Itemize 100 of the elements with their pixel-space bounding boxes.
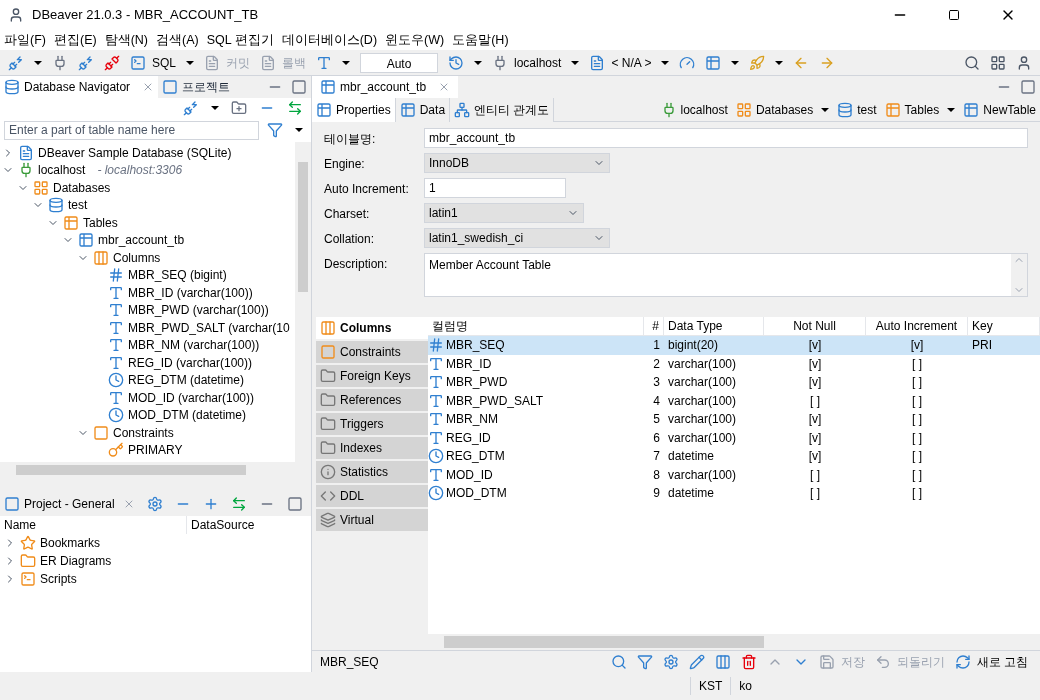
menu-item[interactable]: 검색(A) (156, 30, 199, 50)
select-field[interactable]: latin1 (424, 203, 584, 223)
table-cell-text: MBR_NM (446, 411, 498, 429)
section-tab[interactable]: Constraints (316, 341, 428, 363)
tree-item[interactable]: Databases (53, 178, 111, 197)
breadcrumb-item[interactable]: Databases (751, 100, 818, 119)
menu-item[interactable]: 편집(E) (53, 30, 97, 50)
menu-item[interactable]: 윈도우(W) (385, 30, 445, 50)
tree-item[interactable]: MBR_SEQ (bigint) (128, 266, 227, 285)
breadcrumb-item[interactable]: localhost (676, 100, 732, 119)
tree-item[interactable]: mbr_account_tb (98, 231, 185, 250)
schema-selector[interactable]: < N/A > (607, 53, 656, 72)
tree-item[interactable]: MBR_NM (varchar(100)) (128, 336, 260, 355)
tab-label[interactable]: Data (419, 100, 446, 119)
text-type-icon (108, 337, 124, 354)
caret-icon[interactable] (186, 60, 194, 65)
section-tab[interactable]: DDL (316, 485, 428, 507)
tree-item[interactable]: MOD_DTM (datetime) (128, 406, 246, 425)
menu-item[interactable]: SQL 편집기 (206, 30, 274, 50)
select-field[interactable]: latin1_swedish_ci (424, 228, 610, 248)
section-tab[interactable]: Triggers (316, 413, 428, 435)
caret-icon[interactable] (661, 60, 670, 65)
caret-icon[interactable] (342, 60, 350, 65)
breadcrumb-item[interactable]: test (853, 100, 881, 119)
tab-label[interactable]: 엔티티 관계도 (474, 100, 550, 119)
text-type-icon (428, 374, 444, 391)
column-header[interactable]: Not Null (764, 317, 866, 335)
tree-item[interactable]: REG_ID (varchar(100)) (128, 353, 253, 372)
caret-icon[interactable] (947, 107, 956, 112)
connection-selector[interactable]: localhost (510, 53, 566, 72)
revert-icon (874, 653, 891, 670)
tree-item[interactable]: DBeaver Sample Database (SQLite) (38, 143, 232, 162)
menu-item[interactable]: 도움말(H) (452, 30, 509, 50)
section-tab[interactable]: Statistics (316, 461, 428, 483)
section-tab[interactable]: Indexes (316, 437, 428, 459)
tree-item[interactable]: Tables (83, 213, 118, 232)
text-field[interactable]: mbr_account_tb (424, 128, 1028, 148)
tree-item[interactable]: Bookmarks (40, 534, 101, 552)
select-field[interactable]: InnoDB (424, 153, 610, 173)
refresh-button[interactable]: 새로 고침 (972, 652, 1032, 671)
caret-icon[interactable] (211, 106, 219, 110)
caret-icon[interactable] (821, 107, 830, 112)
column-header[interactable]: DataSource (186, 516, 311, 534)
scrollbar[interactable] (295, 142, 311, 462)
text-type-icon (108, 319, 124, 336)
tree-item[interactable]: MBR_PWD (varchar(100)) (128, 301, 269, 320)
section-tab[interactable]: Virtual (316, 509, 428, 531)
menu-item[interactable]: 파일(F) (4, 30, 46, 50)
transaction-mode-field[interactable]: Auto (360, 52, 438, 73)
tree-item[interactable]: ER Diagrams (40, 552, 112, 570)
tree-item[interactable]: Scripts (40, 570, 77, 588)
panel-tab[interactable]: 프로젝트 (182, 78, 231, 96)
section-tab[interactable]: References (316, 389, 428, 411)
code-icon (320, 488, 336, 504)
window-icon (162, 79, 179, 95)
column-header[interactable]: # (644, 317, 664, 335)
breadcrumb-item[interactable]: NewTable (979, 100, 1040, 119)
caret-icon[interactable] (474, 60, 482, 65)
editor-subtab[interactable]: 엔티티 관계도 (450, 97, 555, 122)
column-header[interactable]: 컬럼명 (428, 317, 644, 335)
menu-item[interactable]: 데이터베이스(D) (281, 30, 378, 50)
caret-icon[interactable] (775, 60, 784, 65)
tree-item[interactable]: MBR_ID (varchar(100)) (128, 283, 253, 302)
column-header[interactable]: Key (968, 317, 1040, 335)
maximize-icon[interactable] (948, 9, 960, 21)
caret-icon[interactable] (34, 60, 42, 65)
table-cell-text: PRI (971, 337, 993, 355)
section-tab[interactable]: Foreign Keys (316, 365, 428, 387)
sql-editor-icon[interactable] (130, 54, 146, 71)
tree-item[interactable]: MOD_ID (varchar(100)) (128, 388, 255, 407)
connection-icon (18, 162, 34, 179)
tree-item[interactable]: Constraints (113, 423, 174, 442)
section-tab[interactable]: Columns (316, 317, 428, 339)
column-header[interactable]: Data Type (664, 317, 764, 335)
caret-icon[interactable] (731, 60, 740, 65)
text-field[interactable]: 1 (424, 178, 566, 198)
sql-button[interactable]: SQL (148, 53, 180, 72)
tab-label[interactable]: Properties (336, 100, 391, 119)
table-cell-text: 9 (652, 485, 661, 503)
editor-subtab[interactable]: Properties (312, 97, 396, 122)
number-icon (428, 337, 444, 354)
filter-field[interactable]: Enter a part of table name here (4, 120, 259, 140)
refresh-icon (954, 653, 971, 670)
tree-item[interactable]: localhost (38, 161, 86, 180)
horizontal-scrollbar[interactable] (428, 634, 1040, 650)
table-row[interactable]: MBR_SEQ 1 bigint(20) [v] [v] PRI (428, 336, 1040, 355)
menu-item[interactable]: 탐색(N) (104, 30, 148, 50)
tree-item[interactable]: MBR_PWD_SALT (varchar(10 (128, 318, 290, 337)
caret-icon[interactable] (571, 60, 580, 65)
tree-item[interactable]: test (68, 196, 88, 215)
tree-item[interactable]: REG_DTM (datetime) (128, 371, 245, 390)
table-cell-text: bigint(20) (667, 337, 720, 355)
tree-item[interactable]: Columns (113, 248, 161, 267)
column-header[interactable]: Auto Increment (866, 317, 968, 335)
caret-icon[interactable] (295, 128, 303, 132)
horizontal-scrollbar[interactable] (0, 462, 311, 478)
tree-item[interactable]: PRIMARY (128, 441, 183, 460)
breadcrumb-item[interactable]: Tables (900, 100, 944, 119)
column-header[interactable]: Name (0, 516, 186, 534)
table-cell-text: [ ] (911, 485, 923, 503)
